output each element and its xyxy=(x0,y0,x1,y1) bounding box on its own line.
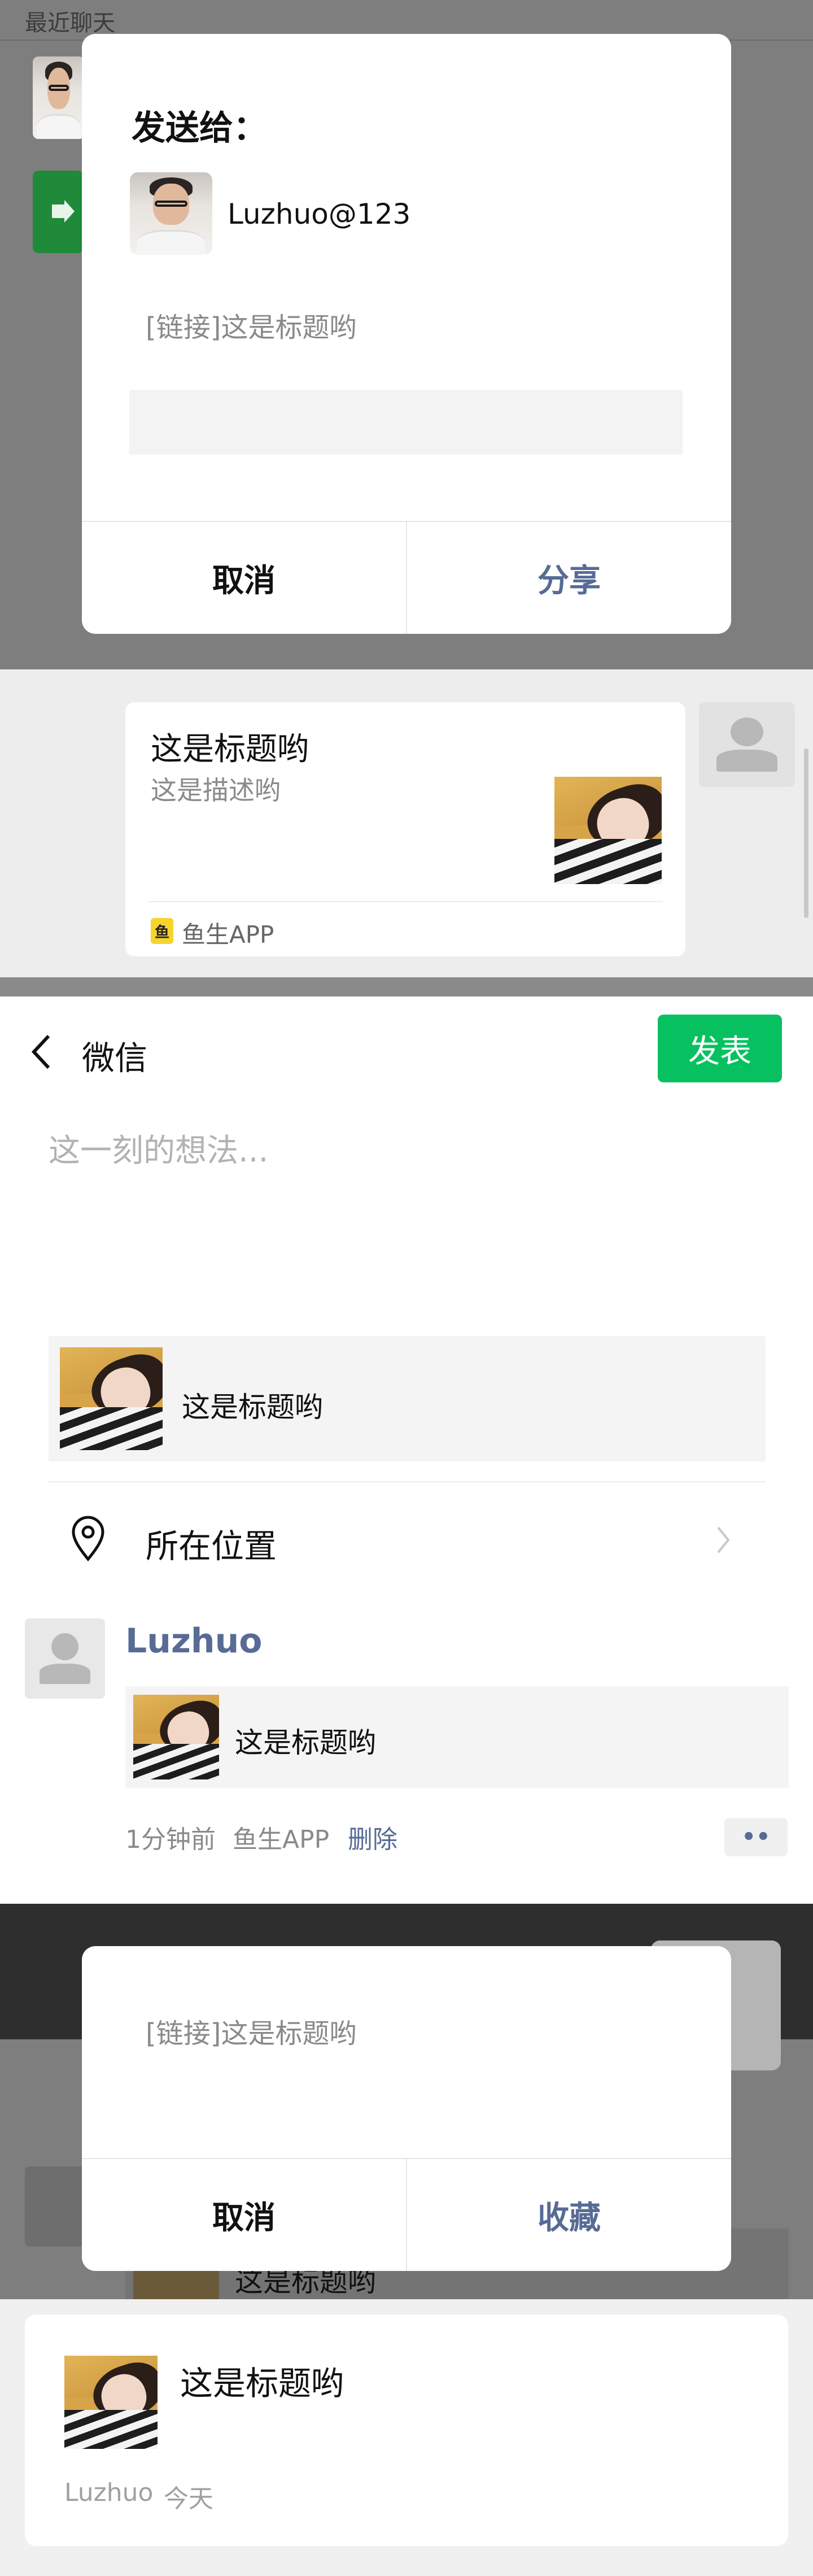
chat-screen: 这是标题哟 这是描述哟 鱼 鱼生APP xyxy=(0,669,813,977)
post-link-title: 这是标题哟 xyxy=(235,1726,376,1759)
message-description: 这是描述哟 xyxy=(151,775,281,806)
scrollbar[interactable] xyxy=(804,749,808,918)
divider xyxy=(49,1481,766,1482)
share-screen: 最近聊天 发送给： Luzhuo@123 [链接]这是标题哟 取消 分享 xyxy=(0,0,813,669)
location-label[interactable]: 所在位置 xyxy=(146,1520,277,1567)
post-user-name[interactable]: Luzhuo xyxy=(125,1621,263,1661)
cancel-button[interactable]: 取消 xyxy=(82,522,407,634)
attached-link-title: 这是标题哟 xyxy=(182,1391,323,1424)
back-arrow-icon[interactable] xyxy=(28,1032,54,1072)
attached-link-card[interactable]: 这是标题哟 xyxy=(49,1336,766,1461)
recent-chats-label: 最近聊天 xyxy=(25,10,115,36)
recipient-name: Luzhuo@123 xyxy=(228,198,411,230)
favorite-screen: 这是标题哟 [链接]这是标题哟 取消 收藏 这是标题哟 Luzhuo 今天 xyxy=(0,1904,813,2576)
chevron-right-icon[interactable] xyxy=(715,1524,732,1556)
recent-chat-avatar[interactable] xyxy=(33,56,85,139)
favorite-item-card[interactable]: 这是标题哟 Luzhuo 今天 xyxy=(25,2314,788,2546)
app-source-name: 鱼生APP xyxy=(182,921,274,948)
back-label[interactable]: 微信 xyxy=(82,1032,147,1079)
sender-avatar[interactable] xyxy=(699,702,795,787)
recent-chat-file-icon[interactable] xyxy=(33,171,84,253)
favorite-title: 这是标题哟 xyxy=(180,2364,344,2403)
moments-screen: 微信 发表 这一刻的想法... 这是标题哟 所在位置 Luzhuo 这是标题哟 … xyxy=(0,977,813,1904)
share-dialog: 发送给： Luzhuo@123 [链接]这是标题哟 取消 分享 xyxy=(82,34,731,634)
location-pin-icon xyxy=(68,1514,108,1563)
post-link-card[interactable]: 这是标题哟 xyxy=(125,1686,789,1788)
message-input[interactable] xyxy=(129,390,683,455)
post-app-source[interactable]: 鱼生APP xyxy=(233,1819,329,1855)
publish-button[interactable]: 发表 xyxy=(658,1015,782,1082)
top-divider-bar xyxy=(0,977,813,997)
share-button[interactable]: 分享 xyxy=(407,522,731,634)
cancel-button[interactable]: 取消 xyxy=(82,2159,407,2271)
favorite-thumbnail xyxy=(64,2356,158,2449)
more-actions-button[interactable]: •• xyxy=(724,1818,788,1856)
dialog-title: 发送给： xyxy=(132,108,267,148)
link-preview-text: [链接]这是标题哟 xyxy=(146,2018,357,2050)
link-message-card[interactable]: 这是标题哟 这是描述哟 鱼 鱼生APP xyxy=(125,702,685,956)
recipient-avatar xyxy=(130,172,212,255)
favorite-dialog: [链接]这是标题哟 取消 收藏 xyxy=(82,1946,731,2271)
dialog-footer: 取消 分享 xyxy=(82,521,731,634)
dialog-footer: 取消 收藏 xyxy=(82,2158,731,2271)
delete-link[interactable]: 删除 xyxy=(348,1819,397,1855)
fish-app-icon: 鱼 xyxy=(151,918,173,944)
link-preview-text: [链接]这是标题哟 xyxy=(146,312,357,343)
post-link-thumbnail xyxy=(133,1695,219,1779)
message-title: 这是标题哟 xyxy=(151,731,309,768)
message-thumbnail xyxy=(554,777,662,884)
post-time: 1分钟前 xyxy=(125,1825,216,1854)
favorite-source: Luzhuo xyxy=(64,2478,154,2507)
divider xyxy=(148,901,663,902)
favorite-button[interactable]: 收藏 xyxy=(407,2159,731,2271)
post-user-avatar[interactable] xyxy=(25,1618,105,1699)
favorite-date: 今天 xyxy=(164,2484,213,2513)
link-thumbnail xyxy=(60,1347,163,1450)
thoughts-input[interactable]: 这一刻的想法... xyxy=(49,1125,268,1171)
